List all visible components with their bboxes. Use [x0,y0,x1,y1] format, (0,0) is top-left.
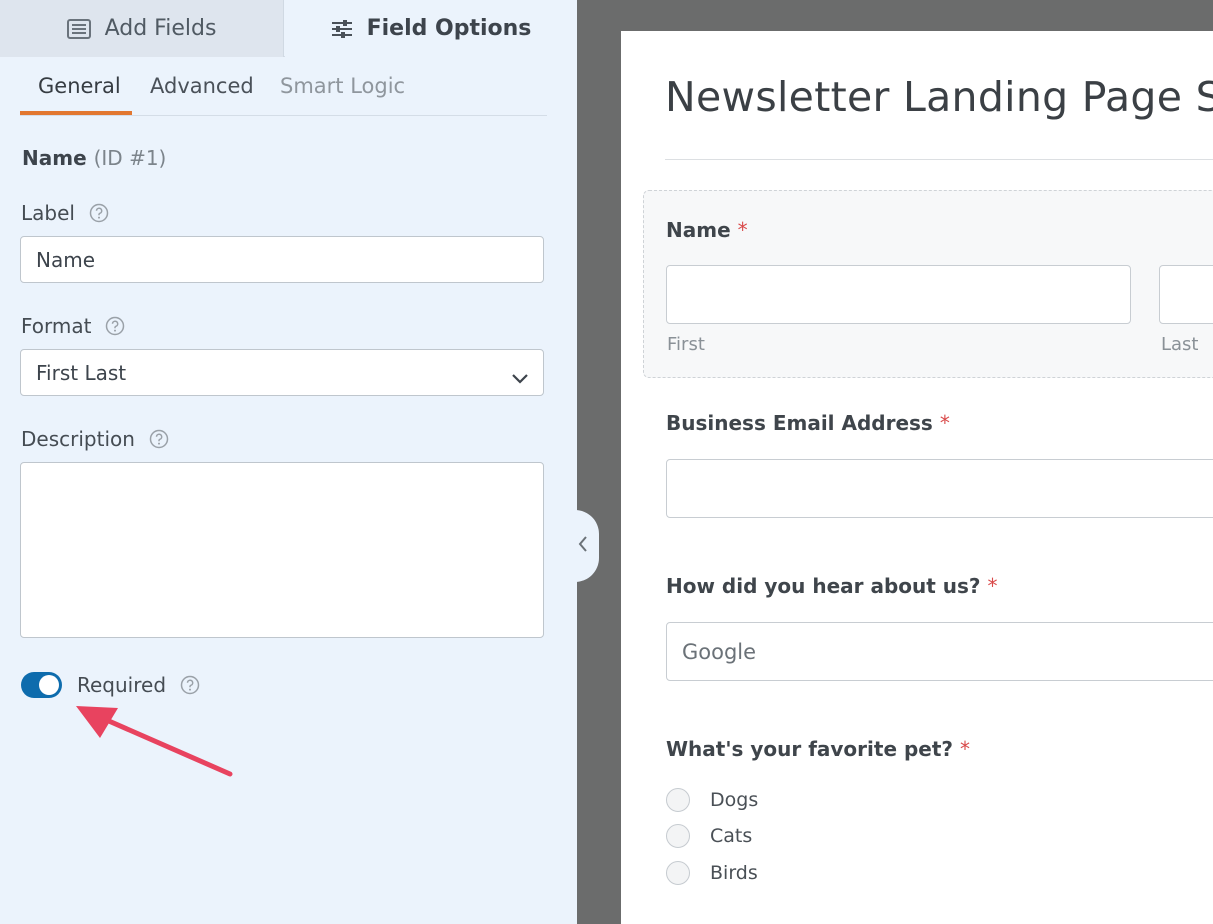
format-option-title: Format [21,314,125,338]
email-label-text: Business Email Address [666,411,933,435]
required-star: * [959,737,970,761]
options-subtabs: General Advanced Smart Logic [20,58,547,116]
format-select-value: First Last [36,360,127,385]
pet-option-birds[interactable]: Birds [666,861,758,885]
question-circle-icon[interactable] [180,675,200,695]
annotation-arrow-icon [70,700,240,784]
pet-option-cats[interactable]: Cats [666,824,752,848]
subtab-advanced[interactable]: Advanced [150,74,254,98]
collapse-panel-button[interactable] [567,510,599,582]
tab-add-fields[interactable]: Add Fields [0,0,284,57]
email-field-label: Business Email Address * [666,411,950,435]
label-title-text: Label [21,201,75,225]
form-preview: Newsletter Landing Page Signup Name * Fi… [621,31,1213,924]
name-field-label: Name * [666,218,748,242]
field-heading: Name (ID #1) [22,146,166,170]
tab-add-fields-label: Add Fields [104,16,217,41]
hear-label-text: How did you hear about us? [666,574,981,598]
description-title-text: Description [21,427,135,451]
toggle-knob [39,675,59,695]
label-option-title: Label [21,201,109,225]
format-select[interactable]: First Last [20,349,544,396]
pet-option-label: Dogs [710,789,759,811]
field-name: Name [22,146,87,170]
last-sublabel: Last [1161,334,1199,355]
required-toggle[interactable] [21,672,62,698]
question-circle-icon[interactable] [105,316,125,336]
required-star: * [987,574,998,598]
pet-option-label: Cats [710,825,753,847]
chevron-left-icon [577,535,589,557]
email-input[interactable] [666,459,1213,518]
subtab-general[interactable]: General [38,74,121,98]
sliders-icon [331,19,353,39]
field-id: (ID #1) [93,146,167,170]
first-sublabel: First [667,334,705,355]
radio-button[interactable] [666,788,690,812]
title-divider [665,159,1213,160]
description-option-title: Description [21,427,169,451]
required-star: * [737,218,748,242]
question-circle-icon[interactable] [89,203,109,223]
field-options-panel: Add Fields Field Options General Advance… [0,0,577,924]
pet-option-label: Birds [710,862,758,884]
pet-field-label: What's your favorite pet? * [666,737,970,761]
required-label: Required [77,673,167,697]
hear-input[interactable]: Google [666,622,1213,681]
format-title-text: Format [21,314,92,338]
panel-tabs: Add Fields Field Options [0,0,577,57]
pet-option-dogs[interactable]: Dogs [666,788,758,812]
hear-input-value: Google [682,639,757,664]
tab-field-options[interactable]: Field Options [285,0,577,57]
form-title: Newsletter Landing Page Signup [665,73,1213,121]
label-input-value: Name [36,247,96,272]
last-name-input[interactable] [1159,265,1213,324]
name-field-block[interactable]: Name * First Last [643,190,1213,378]
question-circle-icon[interactable] [149,429,169,449]
tab-field-options-label: Field Options [366,16,532,41]
name-label-text: Name [666,218,731,242]
description-textarea[interactable] [20,462,544,638]
radio-button[interactable] [666,824,690,848]
radio-button[interactable] [666,861,690,885]
active-subtab-indicator [20,111,132,115]
subtab-smart-logic[interactable]: Smart Logic [280,74,405,98]
label-input[interactable]: Name [20,236,544,283]
pet-label-text: What's your favorite pet? [666,737,954,761]
required-star: * [939,411,950,435]
list-icon [66,18,91,39]
first-name-input[interactable] [666,265,1131,324]
chevron-down-icon [511,366,529,390]
required-option: Required [77,673,200,697]
hear-field-label: How did you hear about us? * [666,574,998,598]
